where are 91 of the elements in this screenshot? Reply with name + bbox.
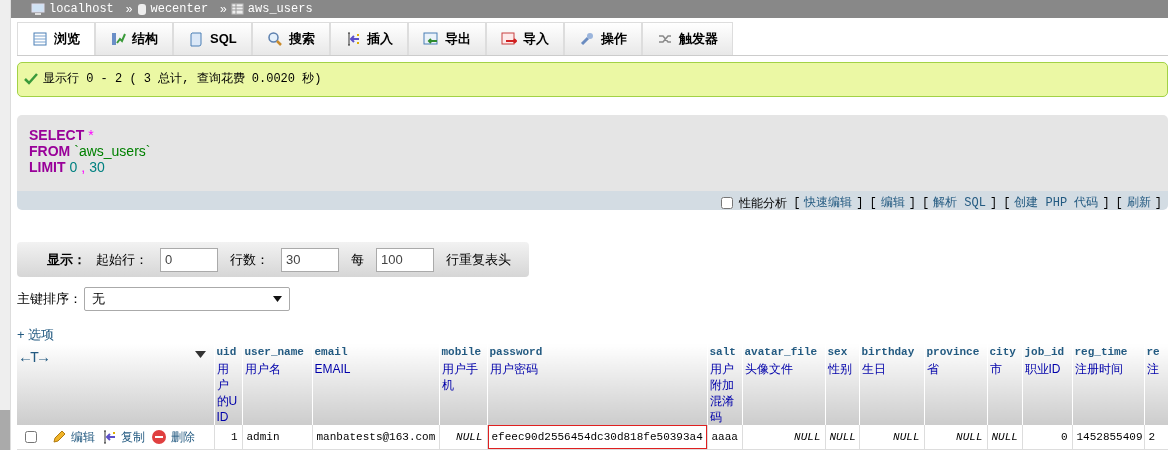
- query-action-link[interactable]: 创建 PHP 代码: [1014, 193, 1099, 211]
- query-action-link[interactable]: 解析 SQL: [933, 193, 986, 211]
- field-label: 每: [351, 250, 364, 269]
- tab[interactable]: 插入: [329, 22, 408, 55]
- table-cell-text: manbatests@163.com: [315, 430, 437, 445]
- success-message: 显示行 0 - 2 ( 3 总计, 查询花费 0.0020 秒): [43, 71, 322, 89]
- table-cell-text: NULL: [892, 430, 921, 445]
- breadcrumb-link[interactable]: wecenter: [150, 0, 209, 18]
- bracket: ]: [908, 194, 916, 211]
- column-header[interactable]: avatar_file 头像文件: [742, 344, 825, 425]
- field-label: 行数：: [230, 250, 269, 269]
- search-icon: [266, 31, 283, 47]
- breadcrumb-separator: »: [220, 1, 227, 18]
- table-cell-text: NULL: [455, 430, 484, 445]
- computer-icon: [31, 3, 45, 15]
- column-header[interactable]: city 市: [987, 344, 1022, 425]
- checkbox-label: 性能分析: [739, 194, 788, 211]
- breadcrumb-link[interactable]: aws_users: [247, 0, 313, 18]
- column-resize-arrows[interactable]: ←T→: [17, 348, 48, 371]
- column-header[interactable]: birthday 生日: [859, 344, 924, 425]
- tab[interactable]: 浏览: [17, 22, 95, 55]
- import-icon: [500, 31, 517, 47]
- field-label: 起始行：: [96, 250, 148, 269]
- table-cell-text: NULL: [793, 430, 822, 445]
- breadcrumb-link[interactable]: localhost: [49, 0, 114, 18]
- table-cell-text: NULL: [990, 430, 1019, 445]
- scrollbar-thumb[interactable]: [0, 410, 10, 450]
- table-cell-text: NULL: [955, 430, 984, 445]
- column-header[interactable]: salt 用户附加混淆码: [707, 344, 742, 425]
- sort-select[interactable]: 无: [84, 287, 290, 311]
- bracket: [: [869, 194, 877, 211]
- bracket: ]: [989, 194, 998, 211]
- table-cell-text: 1: [229, 430, 239, 445]
- table-cell-text: aaaa: [710, 430, 739, 445]
- input-field[interactable]: 30: [281, 247, 339, 272]
- row-action-link[interactable]: 删除: [151, 428, 195, 446]
- column-header[interactable]: reg_time 注册时间: [1072, 344, 1144, 425]
- delete-icon: [151, 429, 167, 445]
- wrench-icon: [578, 31, 595, 47]
- column-header[interactable]: password 用户密码: [487, 344, 707, 425]
- tab[interactable]: 搜索: [251, 22, 330, 55]
- profiling-checkbox[interactable]: [721, 196, 734, 209]
- table-cell-text: 0: [1059, 430, 1069, 445]
- bracket: ]: [856, 194, 864, 211]
- tab[interactable]: 导出: [407, 22, 486, 55]
- row-checkbox[interactable]: [25, 431, 37, 443]
- breadcrumb-separator: »: [125, 1, 133, 18]
- column-header[interactable]: job_id 职业ID: [1022, 344, 1072, 425]
- pencil-icon: [51, 429, 67, 445]
- table-cell-text: 2: [1147, 430, 1157, 445]
- bracket: [: [921, 194, 930, 211]
- bracket: [: [793, 194, 801, 211]
- table-cell-text: NULL: [828, 430, 857, 445]
- column-header[interactable]: email EMAIL: [312, 344, 439, 425]
- column-header[interactable]: uid 用户的UID: [214, 344, 242, 425]
- table-icon: [32, 31, 48, 47]
- dropdown-arrow-icon[interactable]: [194, 351, 206, 359]
- table-cell: efeec90d2556454dc30d818fe50393a4: [487, 425, 707, 449]
- insert-icon: [101, 429, 117, 445]
- tab[interactable]: 结构: [95, 22, 173, 55]
- bracket: [: [1115, 194, 1123, 211]
- options-link[interactable]: + 选项: [17, 325, 55, 345]
- scroll-icon: [188, 31, 204, 47]
- row-action-link[interactable]: 复制: [101, 428, 145, 446]
- sort-label: 主键排序：: [17, 290, 82, 309]
- input-field[interactable]: 0: [160, 247, 218, 272]
- field-label: 行重复表头: [446, 250, 511, 269]
- query-action-link[interactable]: 快速编辑: [804, 193, 853, 211]
- display-label: 显示：: [47, 250, 86, 269]
- bracket: ]: [1102, 194, 1110, 211]
- export-icon: [422, 31, 439, 47]
- query-action-link[interactable]: 刷新: [1126, 193, 1151, 211]
- bracket: ]: [1154, 194, 1162, 211]
- row-action-link[interactable]: 编辑: [51, 428, 95, 446]
- structure-icon: [110, 31, 126, 47]
- dropdown-arrow-icon: [273, 296, 282, 302]
- database-icon: [136, 2, 147, 16]
- table-icon: [230, 3, 244, 15]
- tab[interactable]: 导入: [485, 22, 564, 55]
- checkmark-icon: [24, 73, 38, 86]
- column-header[interactable]: province 省: [924, 344, 987, 425]
- input-field[interactable]: 100: [376, 247, 434, 272]
- tab[interactable]: 操作: [563, 22, 642, 55]
- table-cell-text: admin: [245, 430, 281, 445]
- column-header[interactable]: mobile 用户手机: [439, 344, 487, 425]
- sql-query: SELECT * FROM `aws_users` LIMIT 0 , 30: [17, 114, 1168, 191]
- tab[interactable]: SQL: [173, 22, 252, 55]
- table-cell-text: 1452855409: [1075, 430, 1144, 445]
- query-action-link[interactable]: 编辑: [880, 193, 905, 211]
- bracket: [: [1003, 194, 1011, 211]
- tab[interactable]: 触发器: [641, 22, 733, 55]
